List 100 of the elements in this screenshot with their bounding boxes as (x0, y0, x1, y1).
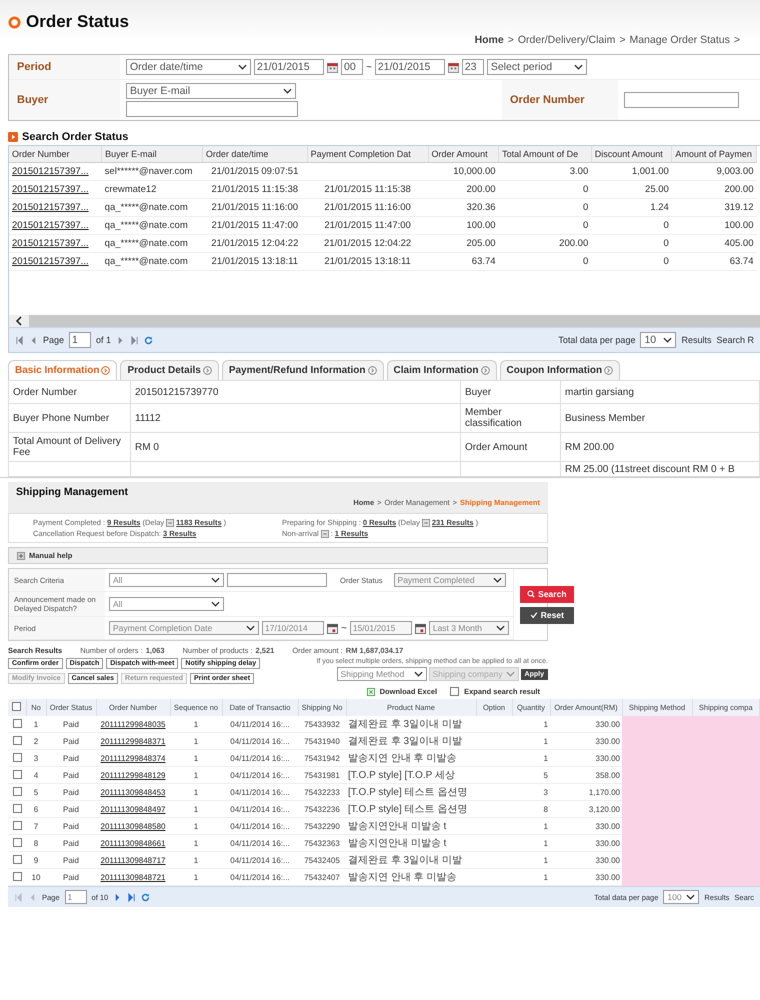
order-number-link[interactable]: 201111309848453 (100, 788, 166, 796)
row-checkbox[interactable] (12, 820, 22, 830)
order-number-link[interactable]: 201111309848580 (100, 822, 166, 830)
calendar-icon[interactable] (327, 62, 338, 72)
row-checkbox[interactable] (12, 770, 22, 778)
dropdown[interactable]: Buyer E-mail (126, 83, 296, 99)
section-title: Search Order Status (22, 131, 128, 143)
table-cell: 1 (194, 736, 198, 746)
horizontal-scrollbar[interactable] (9, 315, 760, 327)
table-cell: 200.00 (559, 238, 588, 249)
order-number-link[interactable]: 201111299848035 (100, 720, 166, 728)
date-field[interactable]: 21/01/2015 (374, 59, 445, 75)
column-header[interactable]: Order Number (9, 146, 102, 162)
table-cell: [T.O.P style] [T.O.P 세상 (348, 770, 455, 781)
breadcrumb-link[interactable]: Home (474, 34, 504, 46)
row-checkbox[interactable] (12, 854, 22, 864)
table-cell: 발송지연안내 미발송 t (348, 821, 446, 832)
column-header[interactable]: Buyer E-mail (102, 146, 202, 162)
criteria-input-field[interactable] (227, 573, 327, 587)
dropdown[interactable]: Select period (486, 59, 587, 75)
row-checkbox[interactable] (12, 736, 22, 744)
column-header[interactable]: Order Amount (428, 146, 499, 162)
order-number-link[interactable]: 201111299848374 (100, 754, 166, 762)
column-header[interactable]: Amount of Paymen (672, 146, 756, 162)
order-number-link[interactable]: 201111309848721 (100, 872, 166, 882)
dropdown[interactable]: All (109, 573, 224, 587)
last-page-icon[interactable] (127, 892, 136, 902)
field-label: Buyer (9, 80, 120, 120)
table-cell: 1 (544, 754, 548, 762)
refresh-icon[interactable] (144, 336, 154, 344)
table-cell: 4 (34, 770, 38, 780)
info-value: Business Member (565, 412, 646, 424)
previous-page-icon[interactable] (29, 336, 38, 344)
column-header[interactable]: Order date/time (202, 146, 308, 162)
column-header[interactable]: Payment Completion Dat (307, 146, 428, 162)
column-header[interactable]: Discount Amount (591, 146, 672, 162)
breadcrumb-link[interactable]: Manage Order Status (629, 34, 730, 46)
table-cell: 10,000.00 (453, 166, 496, 177)
table-cell: Paid (62, 804, 79, 814)
tab[interactable]: Product Details (120, 360, 219, 380)
calendar-icon[interactable] (414, 622, 426, 634)
buyer-input-field[interactable] (126, 101, 298, 117)
table-cell: Paid (62, 754, 79, 762)
order-number-link[interactable]: 2015012157397... (12, 220, 89, 231)
calendar-icon[interactable] (327, 622, 338, 634)
order-number-link[interactable]: 2015012157397... (12, 202, 89, 213)
order-number-link[interactable]: 201111309848661 (100, 838, 166, 848)
breadcrumb-separator: > (734, 34, 740, 46)
checkbox[interactable] (450, 687, 460, 696)
hour-field[interactable]: 23 (462, 59, 484, 75)
table-cell: 1 (194, 872, 198, 882)
page-number-field[interactable]: 1 (64, 890, 87, 904)
row-checkbox[interactable] (12, 872, 22, 880)
order-number-field[interactable] (624, 92, 739, 108)
date-field[interactable]: 21/01/2015 (254, 59, 324, 75)
last-page-icon[interactable] (130, 336, 140, 344)
calendar-icon[interactable] (448, 62, 459, 72)
table-cell: 21/01/2015 11:15:38 (212, 184, 298, 195)
table-cell: 205.00 (466, 238, 496, 249)
caret-icon (492, 577, 502, 583)
table-cell: 1 (544, 822, 548, 830)
tab[interactable]: Coupon Information (500, 360, 620, 380)
order-number-link[interactable]: 201111299848371 (100, 736, 166, 746)
dropdown[interactable]: Shipping Method (336, 667, 427, 681)
row-checkbox[interactable] (12, 838, 22, 846)
caret-icon (574, 64, 583, 70)
table-cell: 21/01/2015 11:47:00 (324, 220, 411, 231)
order-number-link[interactable]: 201111299848129 (100, 770, 166, 780)
order-number-link[interactable]: 201111309848717 (100, 856, 166, 864)
row-checkbox[interactable] (12, 718, 22, 728)
table-cell: 04/11/2014 16:... (230, 754, 290, 762)
select-all-checkbox[interactable] (12, 702, 22, 711)
table-cell: 5 (34, 788, 38, 796)
breadcrumb-link[interactable]: Order/Delivery/Claim (518, 34, 616, 46)
search-button[interactable]: Search (520, 586, 574, 602)
scroll-left-icon[interactable] (15, 316, 23, 326)
order-number-link[interactable]: 201111309848497 (100, 804, 166, 814)
row-checkbox[interactable] (12, 804, 22, 812)
page-number-field[interactable]: 1 (69, 332, 92, 348)
refresh-icon[interactable] (141, 892, 150, 902)
per-page-dropdown[interactable]: 100 (663, 890, 700, 904)
order-number-link[interactable]: 2015012157397... (12, 166, 89, 177)
row-checkbox[interactable] (12, 752, 22, 762)
per-page-dropdown[interactable]: 10 (640, 332, 676, 348)
table-cell: 63.74 (472, 256, 496, 267)
order-number-link[interactable]: 2015012157397... (12, 184, 89, 195)
first-page-icon[interactable] (15, 336, 24, 344)
tab[interactable]: Claim Information (386, 360, 497, 380)
dropdown[interactable]: All (109, 597, 224, 611)
table-cell: 21/01/2015 12:04:22 (324, 238, 412, 249)
hour-field[interactable]: 00 (341, 59, 363, 75)
search-link[interactable]: Search R (716, 335, 754, 345)
reset-button[interactable]: Reset (520, 606, 574, 624)
column-header[interactable]: Total Amount of De (498, 146, 592, 162)
order-number-link[interactable]: 2015012157397... (12, 238, 89, 249)
table-cell: qa_*****@nate.com (104, 238, 188, 249)
row-checkbox[interactable] (12, 786, 22, 796)
dropdown[interactable]: Order date/time (126, 59, 251, 75)
tab[interactable]: Payment/Refund Information (222, 360, 384, 380)
order-number-link[interactable]: 2015012157397... (12, 256, 89, 267)
